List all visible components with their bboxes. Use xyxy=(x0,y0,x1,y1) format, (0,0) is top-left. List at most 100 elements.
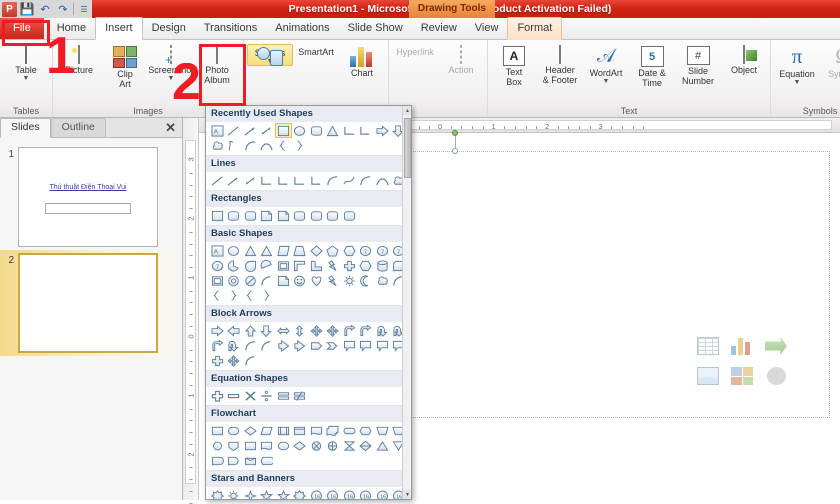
shape-item[interactable] xyxy=(275,208,292,223)
list-item[interactable]: 2 xyxy=(0,250,182,356)
shape-item[interactable]: A xyxy=(209,243,226,258)
shape-item[interactable] xyxy=(226,288,243,303)
shape-item[interactable] xyxy=(292,488,309,499)
shape-item[interactable] xyxy=(325,243,342,258)
shape-item[interactable] xyxy=(242,423,259,438)
shape-item[interactable] xyxy=(308,273,325,288)
shape-item[interactable]: 16 xyxy=(308,488,325,499)
shapes-section-grid[interactable] xyxy=(206,207,411,225)
shape-item[interactable] xyxy=(308,423,325,438)
shape-item[interactable] xyxy=(275,258,292,273)
shape-item[interactable] xyxy=(358,338,375,353)
tab-slides[interactable]: Slides xyxy=(0,118,51,138)
chevron-down-icon[interactable]: ▼ xyxy=(23,75,30,82)
date-time-button[interactable]: 5 Date & Time xyxy=(629,44,675,88)
shape-item[interactable] xyxy=(275,323,292,338)
shape-item[interactable] xyxy=(292,323,309,338)
shape-item[interactable] xyxy=(259,243,276,258)
slide-thumbnail-list[interactable]: 1 Thủ thuật Điện Thoại Vui 2 xyxy=(0,138,182,500)
shape-item[interactable] xyxy=(341,243,358,258)
shape-item[interactable] xyxy=(259,453,276,468)
shape-item[interactable] xyxy=(259,288,276,303)
insert-picture-icon[interactable] xyxy=(697,367,719,385)
hyperlink-button[interactable]: Hyperlink xyxy=(392,44,438,57)
shape-item[interactable] xyxy=(209,338,226,353)
header-footer-button[interactable]: Header & Footer xyxy=(537,44,583,85)
shape-item[interactable] xyxy=(275,388,292,403)
shape-item[interactable] xyxy=(242,173,259,188)
shape-item[interactable] xyxy=(275,138,292,153)
shape-item[interactable] xyxy=(374,323,391,338)
shape-item[interactable] xyxy=(292,423,309,438)
tab-outline[interactable]: Outline xyxy=(50,118,106,138)
shape-item[interactable] xyxy=(226,138,243,153)
shape-item[interactable] xyxy=(292,243,309,258)
shape-item[interactable] xyxy=(341,123,358,138)
shape-item[interactable]: 7 xyxy=(374,243,391,258)
chevron-down-icon[interactable]: ▼ xyxy=(794,79,801,86)
shape-item[interactable] xyxy=(275,273,292,288)
shape-item[interactable]: 7 xyxy=(358,243,375,258)
scroll-down-icon[interactable]: ▼ xyxy=(403,490,411,499)
table-button[interactable]: Table ▼ xyxy=(3,44,49,82)
shapes-menu-scrollbar[interactable]: ▲ ▼ xyxy=(402,106,411,499)
shape-item[interactable] xyxy=(259,138,276,153)
shape-item[interactable] xyxy=(226,488,243,499)
shape-item[interactable] xyxy=(226,388,243,403)
scroll-up-icon[interactable]: ▲ xyxy=(403,106,411,115)
shape-item[interactable] xyxy=(341,423,358,438)
shapes-section-grid[interactable] xyxy=(206,172,411,190)
shape-item[interactable] xyxy=(308,258,325,273)
shape-item[interactable] xyxy=(226,243,243,258)
tab-animations[interactable]: Animations xyxy=(266,18,338,39)
shape-item[interactable] xyxy=(209,323,226,338)
shape-item[interactable] xyxy=(226,123,243,138)
insert-smartart-icon[interactable] xyxy=(765,337,787,355)
shape-item[interactable] xyxy=(226,438,243,453)
equation-button[interactable]: π Equation ▼ xyxy=(774,44,820,87)
shapes-menu-body[interactable]: Recently Used Shapes A Lines Rectangles Basi… xyxy=(206,106,411,499)
shape-item[interactable] xyxy=(242,323,259,338)
shape-item[interactable] xyxy=(226,258,243,273)
scrollbar-thumb[interactable] xyxy=(404,118,411,178)
slide-thumbnail-1[interactable]: Thủ thuật Điện Thoại Vui xyxy=(18,147,158,247)
shape-item[interactable] xyxy=(325,208,342,223)
shapes-section-grid[interactable] xyxy=(206,422,411,470)
shape-item[interactable] xyxy=(242,123,259,138)
shape-item[interactable] xyxy=(226,353,243,368)
shape-item[interactable] xyxy=(374,438,391,453)
shape-item[interactable] xyxy=(374,423,391,438)
shape-item[interactable] xyxy=(209,173,226,188)
shape-item[interactable] xyxy=(209,488,226,499)
list-item[interactable]: 1 Thủ thuật Điện Thoại Vui xyxy=(0,144,182,250)
shape-item[interactable] xyxy=(242,208,259,223)
insert-clipart-icon[interactable] xyxy=(731,367,753,385)
symbol-button[interactable]: Ω Symbol xyxy=(820,44,840,80)
shape-item[interactable]: 7 xyxy=(209,258,226,273)
shape-item[interactable] xyxy=(292,208,309,223)
shape-item[interactable] xyxy=(374,123,391,138)
shape-item[interactable] xyxy=(275,243,292,258)
shape-item[interactable] xyxy=(242,453,259,468)
shape-item[interactable] xyxy=(209,138,226,153)
shape-item[interactable] xyxy=(226,453,243,468)
shape-item[interactable] xyxy=(275,123,292,138)
shape-item[interactable] xyxy=(242,258,259,273)
shape-item[interactable] xyxy=(341,273,358,288)
shapes-button[interactable]: Shapes ▼ xyxy=(247,44,293,66)
shape-item[interactable] xyxy=(259,438,276,453)
shape-item[interactable]: 16 xyxy=(341,488,358,499)
shapes-section-grid[interactable]: A 7 7 7 7 xyxy=(206,242,411,305)
shape-item[interactable] xyxy=(259,323,276,338)
shape-item[interactable] xyxy=(242,288,259,303)
shape-item[interactable] xyxy=(209,423,226,438)
shape-item[interactable] xyxy=(242,353,259,368)
shape-item[interactable] xyxy=(374,273,391,288)
tab-transitions[interactable]: Transitions xyxy=(195,18,266,39)
shape-item[interactable] xyxy=(341,208,358,223)
shape-item[interactable] xyxy=(259,338,276,353)
shapes-section-grid[interactable] xyxy=(206,322,411,370)
shape-item[interactable] xyxy=(226,323,243,338)
shapes-section-grid[interactable] xyxy=(206,387,411,405)
chevron-down-icon[interactable]: ▼ xyxy=(603,78,610,85)
